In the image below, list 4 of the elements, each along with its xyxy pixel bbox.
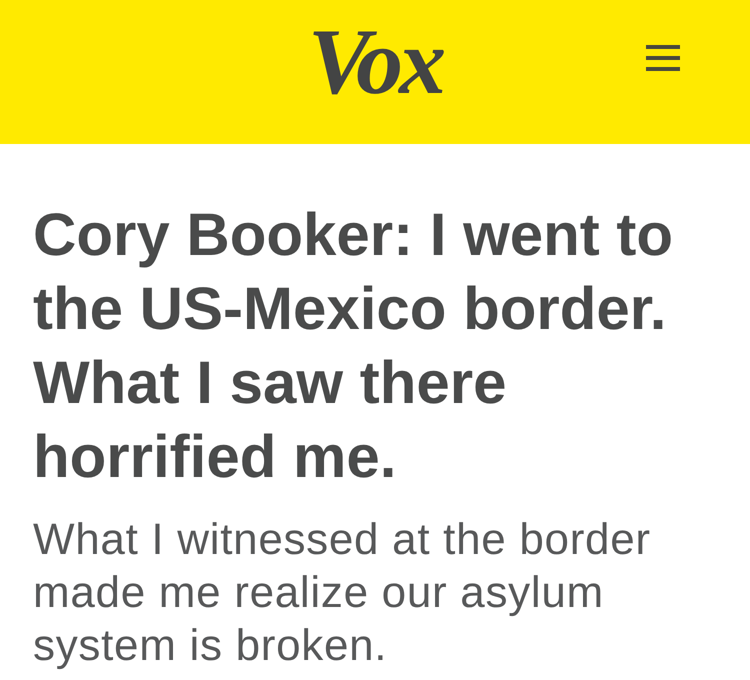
- menu-icon[interactable]: [646, 43, 680, 73]
- vox-logo[interactable]: Vox: [308, 15, 442, 109]
- article-subtitle: What I witnessed at the border made me realize our asylum system is broken.: [33, 514, 652, 672]
- article-headline: Cory Booker: I went to the US-Mexico border. What I saw there horrified me.: [33, 200, 674, 492]
